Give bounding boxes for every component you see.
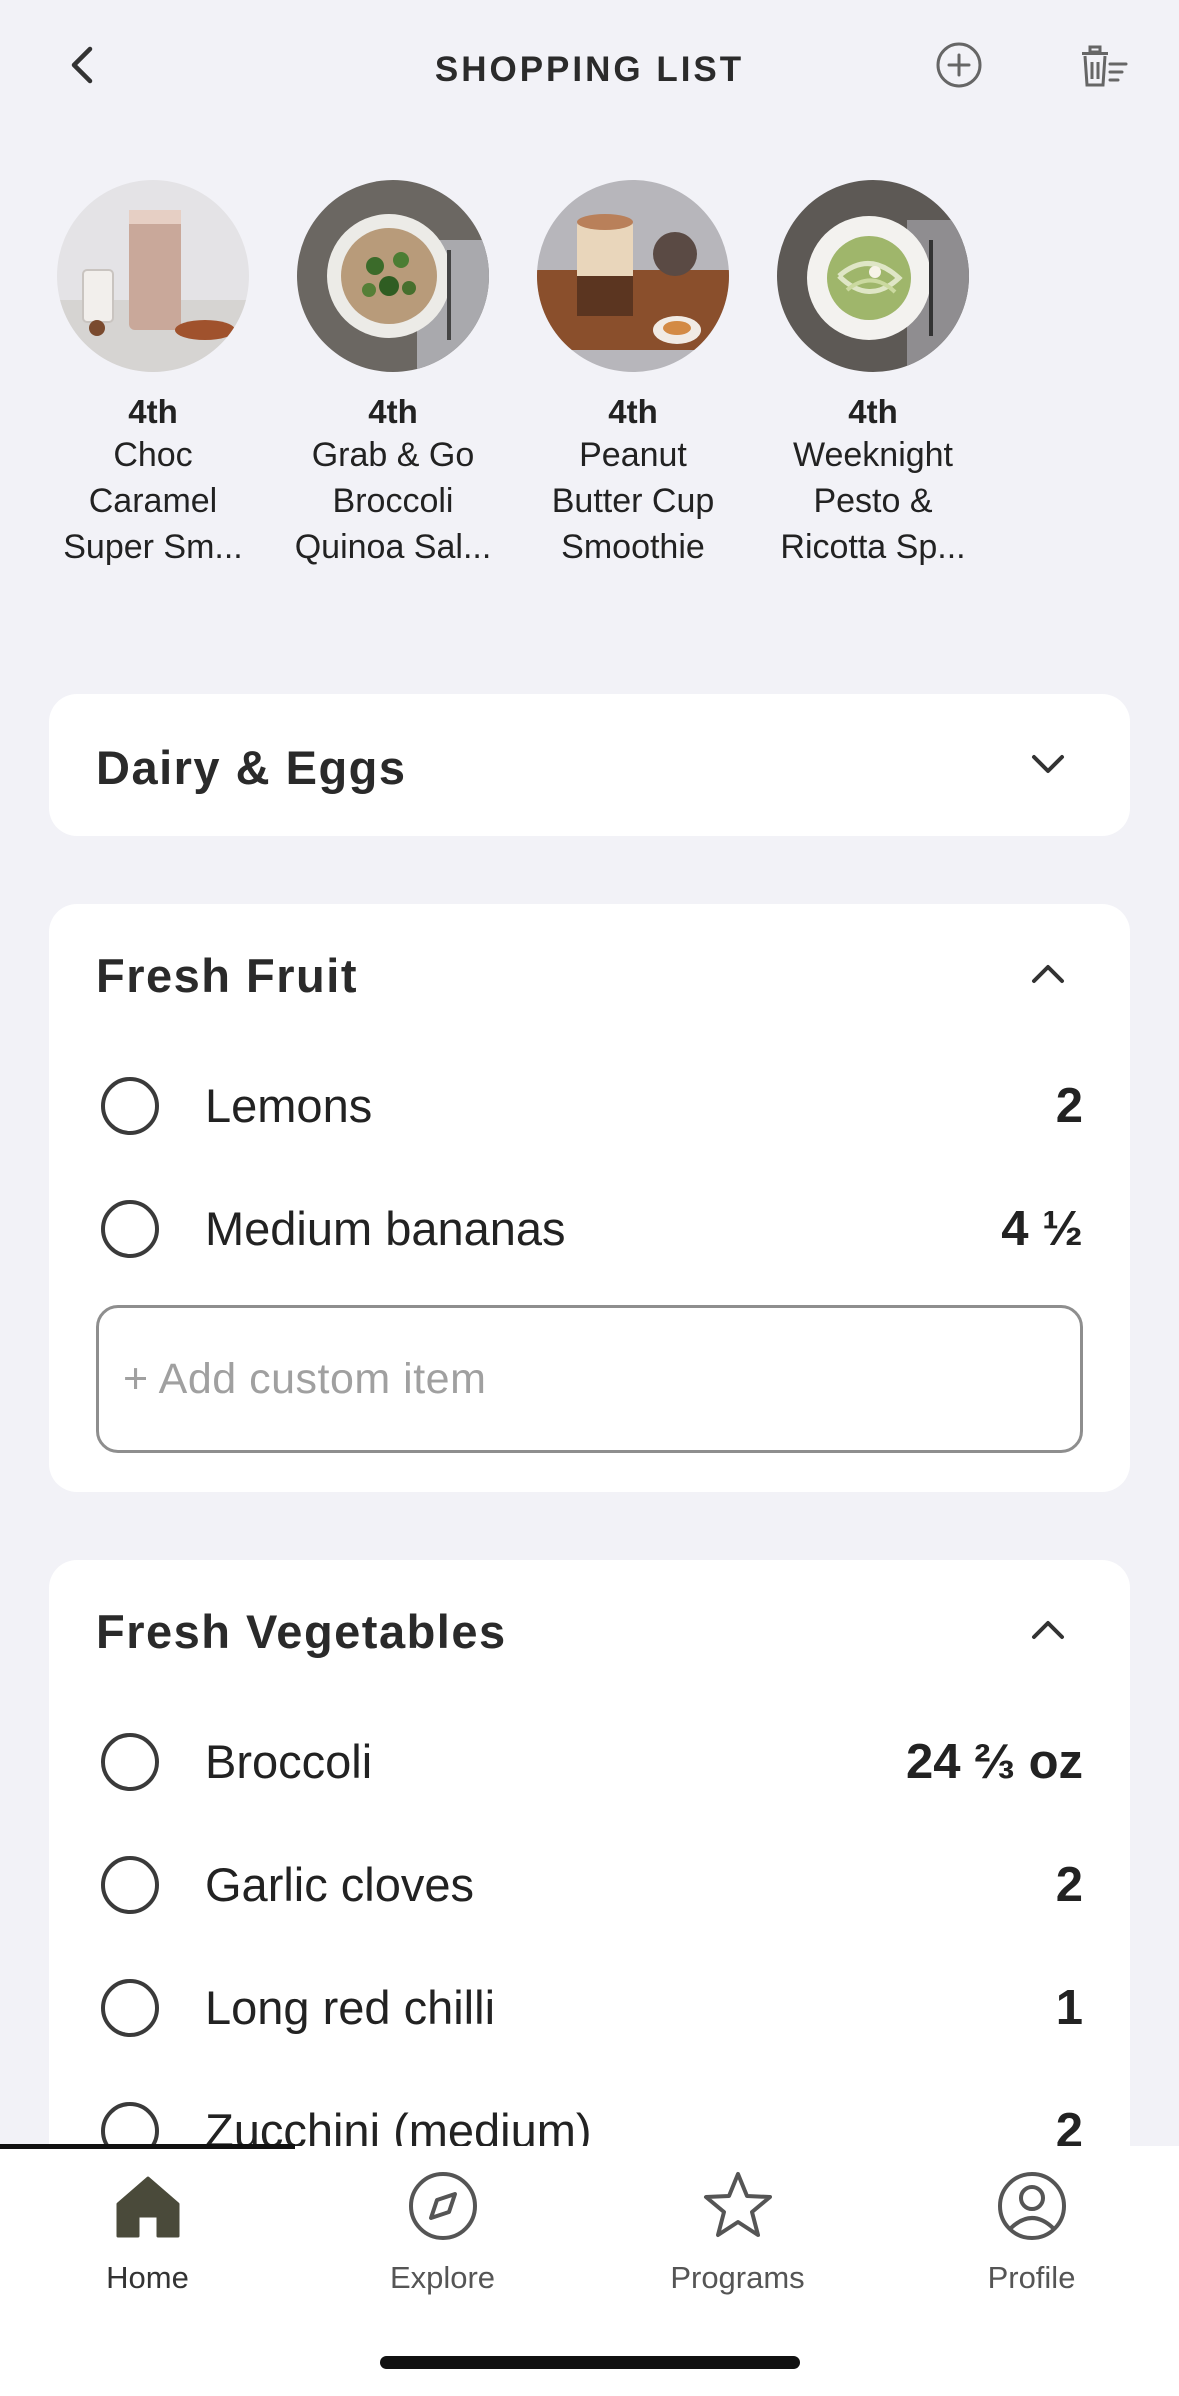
header: SHOPPING LIST	[0, 0, 1179, 150]
home-icon	[116, 2176, 179, 2238]
tab-label: Programs	[670, 2260, 805, 2295]
section-header[interactable]: Dairy & Eggs	[49, 694, 1130, 838]
star-icon	[703, 2172, 772, 2237]
recipe-day: 4th	[128, 393, 178, 430]
item-label: Broccoli	[205, 1735, 373, 1788]
list-item: Garlic cloves 2	[49, 1826, 1130, 1949]
recipe-name-line: Ricotta Sp...	[780, 528, 966, 566]
recipe-card[interactable]: 4th Grab & Go Broccoli Quinoa Sal...	[278, 180, 508, 570]
section-title: Dairy & Eggs	[96, 741, 407, 794]
item-quantity: 2	[1055, 1079, 1083, 1133]
recipe-card[interactable]: 4th Choc Caramel Super Sm...	[38, 180, 268, 570]
recipe-image	[537, 180, 729, 372]
item-quantity: 4 ½	[1001, 1202, 1083, 1256]
tab-home[interactable]: Home	[0, 2166, 295, 2296]
active-tab-indicator	[0, 2144, 295, 2149]
trash-clear-icon	[1082, 45, 1128, 87]
section-title: Fresh Vegetables	[96, 1605, 507, 1658]
shopping-list-screen: SHOPPING LIST 4th Choc Caramel Super Sm.…	[0, 0, 1179, 2396]
chevron-up-icon[interactable]	[1024, 1606, 1072, 1654]
item-label: Garlic cloves	[205, 1858, 475, 1911]
item-quantity: 2	[1055, 1858, 1083, 1912]
recipe-day: 4th	[368, 393, 418, 430]
home-indicator	[380, 2356, 800, 2369]
recipe-name-line: Grab & Go	[311, 436, 475, 474]
tab-label: Explore	[389, 2260, 496, 2295]
list-item: Long red chilli 1	[49, 1949, 1130, 2072]
recipe-day: 4th	[608, 393, 658, 430]
recipe-image	[57, 180, 249, 372]
item-checkbox[interactable]	[101, 1979, 159, 2037]
recipe-name-line: Quinoa Sal...	[294, 528, 492, 566]
recipe-name-line: Butter Cup	[551, 482, 715, 520]
item-label: Medium bananas	[205, 1202, 566, 1255]
item-checkbox[interactable]	[101, 1077, 159, 1135]
item-label: Long red chilli	[205, 1981, 496, 2034]
user-circle-icon	[997, 2172, 1066, 2240]
tab-explore[interactable]: Explore	[295, 2166, 590, 2296]
recipe-name-line: Broccoli	[332, 482, 454, 520]
tab-programs[interactable]: Programs	[590, 2166, 885, 2296]
section-fresh-fruit: Fresh Fruit Lemons 2 Medium bananas 4 ½ …	[49, 904, 1130, 1492]
item-checkbox[interactable]	[101, 1856, 159, 1914]
add-item-button[interactable]	[934, 40, 984, 90]
item-label: Lemons	[205, 1079, 373, 1132]
chevron-up-icon[interactable]	[1024, 950, 1072, 998]
section-title: Fresh Fruit	[96, 949, 358, 1002]
list-item: Lemons 2	[49, 1047, 1130, 1170]
chevron-down-icon[interactable]	[1024, 740, 1072, 788]
clear-list-button[interactable]	[1076, 42, 1132, 92]
recipe-day: 4th	[848, 393, 898, 430]
recipe-card[interactable]: 4th Peanut Butter Cup Smoothie	[518, 180, 748, 570]
tab-label: Profile	[987, 2260, 1076, 2295]
recipe-name-line: Weeknight	[792, 436, 954, 474]
item-quantity: 1	[1055, 1981, 1083, 2035]
item-quantity: 24 ⅔ oz	[905, 1735, 1083, 1789]
recipe-name-line: Choc	[113, 436, 193, 474]
recipe-image	[777, 180, 969, 372]
section-header[interactable]: Fresh Fruit	[49, 904, 1130, 1064]
add-custom-item-input[interactable]: + Add custom item	[96, 1305, 1083, 1453]
recipe-card[interactable]: 4th Weeknight Pesto & Ricotta Sp...	[758, 180, 988, 570]
plus-circle-icon	[936, 42, 982, 88]
list-item: Broccoli 24 ⅔ oz	[49, 1703, 1130, 1826]
recipe-name-line: Super Sm...	[63, 528, 243, 566]
recipe-carousel: 4th Choc Caramel Super Sm... 4th Grab & …	[0, 180, 1179, 580]
tab-label: Home	[106, 2260, 189, 2295]
item-checkbox[interactable]	[101, 1733, 159, 1791]
item-checkbox[interactable]	[101, 1200, 159, 1258]
recipe-name-line: Peanut	[579, 436, 687, 474]
recipe-image	[297, 180, 489, 372]
recipe-name-line: Pesto &	[813, 482, 933, 520]
section-dairy-eggs: Dairy & Eggs	[49, 694, 1130, 836]
list-item: Medium bananas 4 ½	[49, 1170, 1130, 1293]
page-title: SHOPPING LIST	[434, 50, 745, 89]
section-header[interactable]: Fresh Vegetables	[49, 1560, 1130, 1720]
tab-profile[interactable]: Profile	[884, 2166, 1179, 2296]
recipe-name-line: Caramel	[88, 482, 218, 520]
compass-icon	[408, 2172, 477, 2240]
recipe-name-line: Smoothie	[561, 528, 705, 566]
